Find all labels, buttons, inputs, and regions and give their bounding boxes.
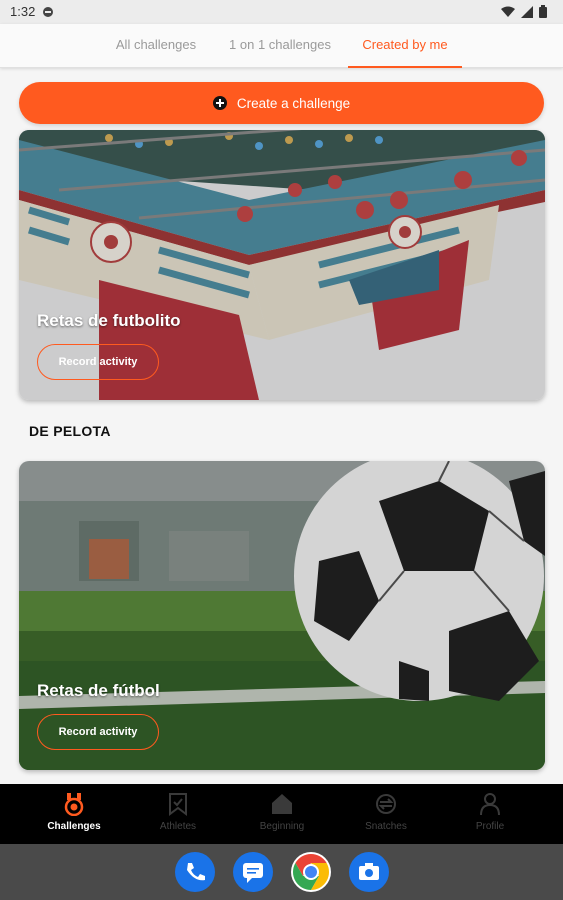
- nav-profile[interactable]: Profile: [450, 784, 530, 844]
- signal-icon: [521, 5, 533, 18]
- bottom-navigation: Challenges Athletes Beginning Snatches P…: [0, 784, 563, 844]
- bookmark-icon: [169, 793, 187, 816]
- create-challenge-button[interactable]: Create a challenge: [19, 82, 544, 124]
- plus-circle-icon: [212, 96, 227, 110]
- chrome-icon[interactable]: [291, 852, 331, 892]
- nav-label: Athletes: [159, 821, 197, 832]
- nav-challenges[interactable]: Challenges: [34, 784, 114, 844]
- tab-all-challenges[interactable]: All challenges: [104, 24, 208, 68]
- notification-icon: [43, 7, 53, 17]
- messages-icon[interactable]: [233, 852, 273, 892]
- tab-1on1-challenges[interactable]: 1 on 1 challenges: [220, 24, 340, 68]
- section-title: DE PELOTA: [29, 423, 111, 439]
- card-title: Retas de fútbol: [37, 681, 160, 700]
- challenge-tabs: All challenges 1 on 1 challenges Created…: [0, 24, 563, 68]
- nav-snatches[interactable]: Snatches: [346, 784, 426, 844]
- nav-beginning[interactable]: Beginning: [242, 784, 322, 844]
- record-activity-button[interactable]: Record activity: [37, 714, 159, 750]
- phone-icon[interactable]: [175, 852, 215, 892]
- tab-created-by-me[interactable]: Created by me: [348, 24, 462, 68]
- sync-icon: [376, 794, 396, 814]
- challenge-card-futbolito[interactable]: Retas de futbolito Record activity: [19, 130, 545, 400]
- home-icon: [272, 794, 292, 814]
- challenge-card-futbol[interactable]: Retas de fútbol Record activity: [19, 461, 545, 770]
- nav-label: Challenges: [47, 821, 101, 832]
- nav-label: Profile: [475, 821, 505, 832]
- create-challenge-label: Create a challenge: [236, 95, 351, 111]
- camera-icon[interactable]: [349, 852, 389, 892]
- wifi-icon: [501, 6, 515, 17]
- nav-label: Snatches: [365, 821, 407, 832]
- card-title: Retas de futbolito: [37, 311, 181, 330]
- status-bar: 1:32: [0, 0, 563, 24]
- battery-icon: [539, 5, 547, 18]
- person-icon: [480, 793, 500, 816]
- status-icons: [501, 5, 547, 18]
- status-time: 1:32: [10, 4, 36, 19]
- system-dock: [0, 844, 563, 900]
- medal-icon: [64, 793, 84, 816]
- nav-label: Beginning: [259, 821, 305, 832]
- record-activity-button[interactable]: Record activity: [37, 344, 159, 380]
- nav-athletes[interactable]: Athletes: [138, 784, 218, 844]
